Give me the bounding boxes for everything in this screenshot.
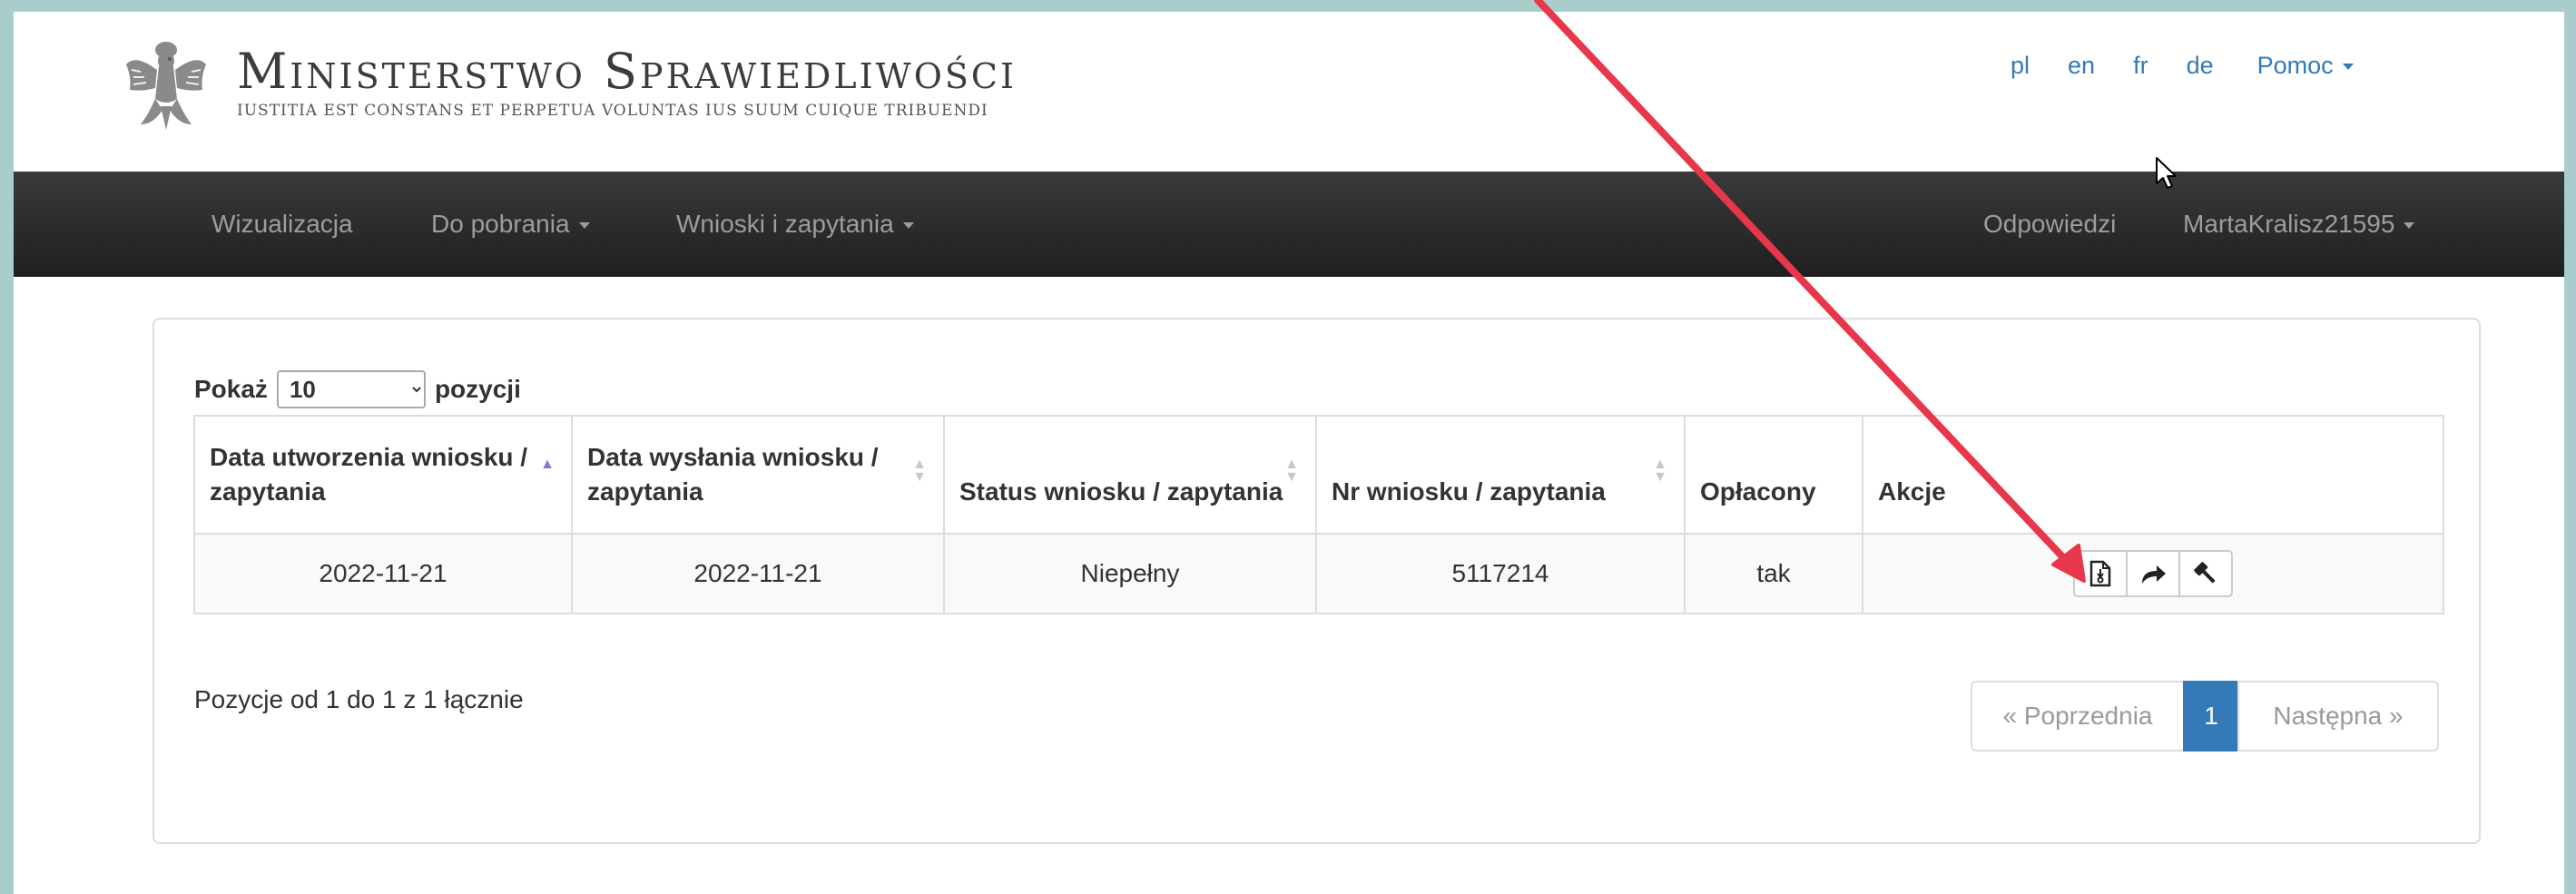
requests-panel: Pokaż 10 pozycji Data utworzenia wniosku… xyxy=(152,318,2481,844)
cell-actions xyxy=(1862,533,2444,614)
column-header-status[interactable]: Status wniosku / zapytania ▲ ▼ xyxy=(943,415,1317,535)
entries-label: pozycji xyxy=(434,375,521,403)
column-header-label: Data utworzenia wniosku / zapytania xyxy=(210,443,528,506)
column-header-created[interactable]: Data utworzenia wniosku / zapytania ▲ xyxy=(193,415,573,535)
mouse-cursor-icon xyxy=(2156,157,2177,189)
brand-motto: IUSTITIA EST CONSTANS ET PERPETUA VOLUNT… xyxy=(237,102,988,120)
page-1-button[interactable]: 1 xyxy=(2183,681,2239,752)
app-page: Ministerstwo Sprawiedliwości IUSTITIA ES… xyxy=(14,12,2564,894)
sort-icon: ▲ ▼ xyxy=(1653,457,1667,485)
chevron-down-icon xyxy=(2404,222,2415,230)
cell-number: 5117214 xyxy=(1315,533,1686,614)
row-actions xyxy=(2073,550,2233,597)
cell-sent: 2022-11-21 xyxy=(571,533,945,614)
user-menu[interactable]: MartaKralisz21595 xyxy=(2183,210,2415,239)
table-header-row: Data utworzenia wniosku / zapytania ▲ Da… xyxy=(193,415,2444,535)
language-switcher: pl en fr de Pomoc xyxy=(2011,52,2354,80)
pagination-info: Pozycje od 1 do 1 z 1 łącznie xyxy=(194,685,524,713)
column-header-label: Data wysłania wniosku / zapytania xyxy=(587,443,879,506)
share-arrow-icon xyxy=(2142,565,2166,584)
share-button[interactable] xyxy=(2126,550,2180,597)
pagination: « Poprzednia 1 Następna » xyxy=(1971,681,2439,752)
lang-en-link[interactable]: en xyxy=(2068,52,2095,80)
nav-item-wnioski[interactable]: Wnioski i zapytania xyxy=(676,210,914,239)
gavel-button[interactable] xyxy=(2178,550,2233,597)
gavel-icon xyxy=(2194,562,2216,584)
chevron-down-icon xyxy=(902,222,914,230)
prev-page-button[interactable]: « Poprzednia xyxy=(1971,681,2185,752)
sort-ascending-icon: ▲ xyxy=(540,457,555,472)
sort-icon: ▲ ▼ xyxy=(912,457,927,485)
polish-eagle-icon xyxy=(126,42,206,130)
document-button[interactable] xyxy=(2073,550,2128,597)
main-navbar: Wizualizacja Do pobrania Wnioski i zapyt… xyxy=(14,172,2564,277)
column-header-label: Status wniosku / zapytania xyxy=(959,477,1283,506)
document-icon xyxy=(2089,560,2111,587)
show-label: Pokaż xyxy=(194,375,268,403)
help-dropdown[interactable]: Pomoc xyxy=(2257,52,2354,80)
requests-table: Data utworzenia wniosku / zapytania ▲ Da… xyxy=(193,415,2444,614)
column-header-label: Nr wniosku / zapytania xyxy=(1332,477,1606,506)
brand-title: Ministerstwo Sprawiedliwości xyxy=(237,43,1017,100)
brand-header[interactable]: Ministerstwo Sprawiedliwości IUSTITIA ES… xyxy=(123,19,1017,146)
next-page-button[interactable]: Następna » xyxy=(2237,681,2439,752)
chevron-down-icon xyxy=(2342,64,2354,71)
column-header-actions: Akcje xyxy=(1862,415,2444,535)
column-header-paid[interactable]: Opłacony xyxy=(1684,415,1863,535)
sort-icon: ▲ ▼ xyxy=(1284,457,1299,485)
username: MartaKralisz21595 xyxy=(2183,210,2395,238)
lang-de-link[interactable]: de xyxy=(2187,52,2214,80)
nav-item-odpowiedzi[interactable]: Odpowiedzi xyxy=(1983,210,2116,239)
nav-item-label: Do pobrania xyxy=(431,210,570,238)
column-header-number[interactable]: Nr wniosku / zapytania ▲ ▼ xyxy=(1315,415,1686,535)
help-label: Pomoc xyxy=(2256,52,2334,79)
page-size-select[interactable]: 10 xyxy=(276,370,426,408)
lang-fr-link[interactable]: fr xyxy=(2133,52,2148,80)
cell-created: 2022-11-21 xyxy=(193,533,573,614)
nav-item-do-pobrania[interactable]: Do pobrania xyxy=(431,210,590,239)
nav-item-wizualizacja[interactable]: Wizualizacja xyxy=(211,210,353,239)
table-row: 2022-11-21 2022-11-21 Niepełny 5117214 t… xyxy=(193,533,2444,614)
chevron-down-icon xyxy=(578,222,590,230)
column-header-sent[interactable]: Data wysłania wniosku / zapytania ▲ ▼ xyxy=(571,415,945,535)
lang-pl-link[interactable]: pl xyxy=(2011,52,2030,80)
cell-status: Niepełny xyxy=(943,533,1317,614)
cell-paid: tak xyxy=(1684,533,1863,614)
nav-item-label: Wnioski i zapytania xyxy=(676,210,894,238)
page-size-control: Pokaż 10 pozycji xyxy=(194,370,521,408)
